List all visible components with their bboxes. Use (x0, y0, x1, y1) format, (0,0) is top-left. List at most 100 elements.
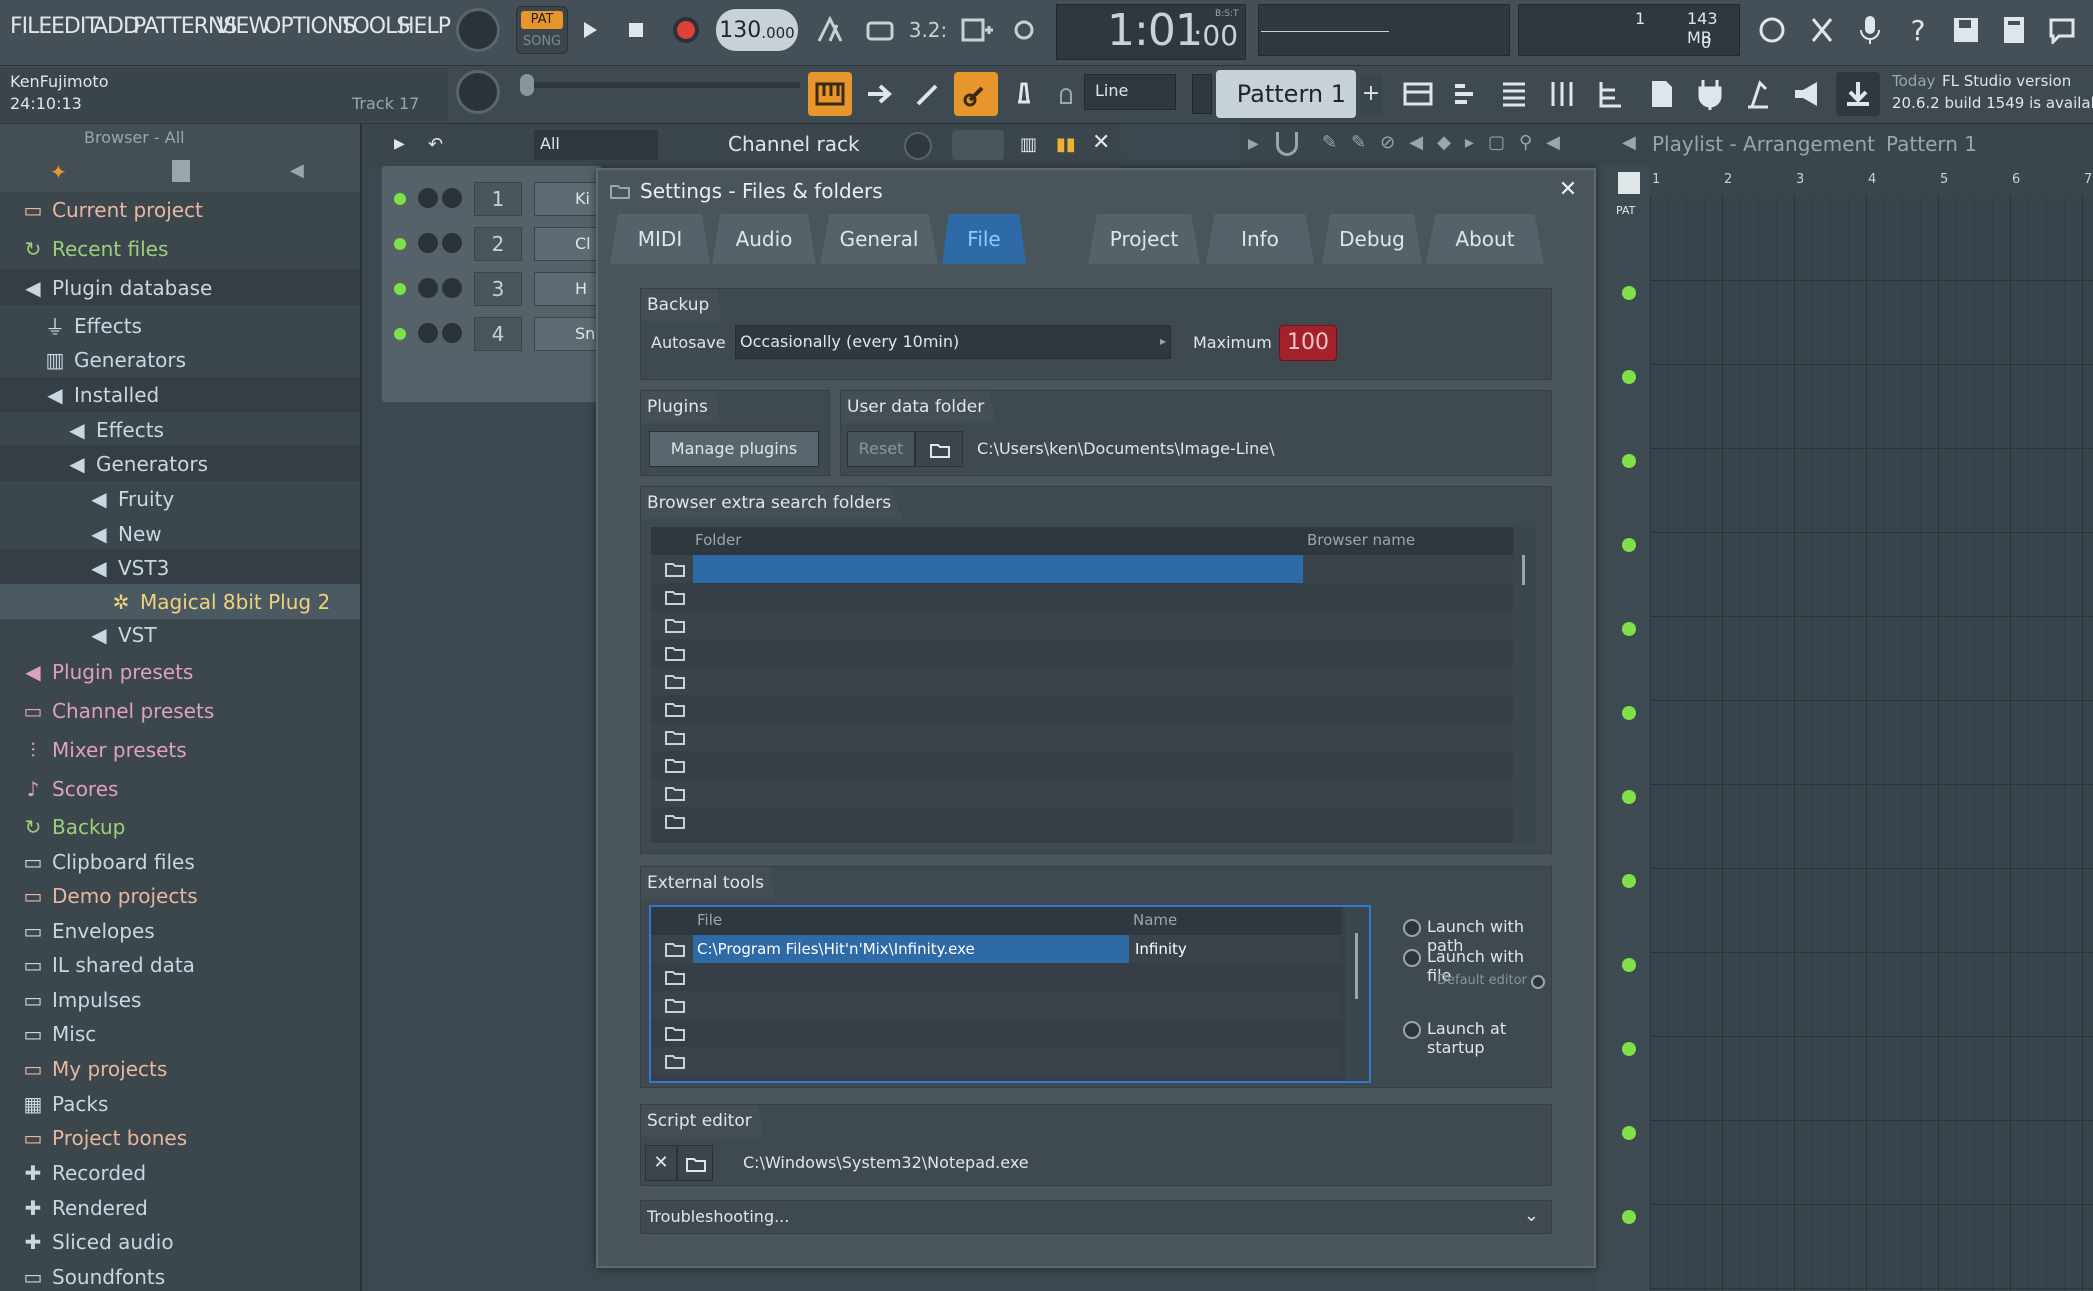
tab-info[interactable]: Info (1206, 214, 1314, 264)
playlist-arrow-icon[interactable]: ▶ (1248, 136, 1262, 152)
graph-editor-icon[interactable]: ▥ (1020, 134, 1042, 156)
tool-row[interactable] (651, 991, 1341, 1019)
channel-led[interactable] (394, 193, 406, 205)
playlist-pattern[interactable]: Pattern 1 (1886, 132, 1977, 156)
track-led[interactable] (1622, 538, 1636, 552)
channel-rack-close-icon[interactable]: ✕ (1092, 130, 1114, 160)
channel-name-button[interactable]: Sn (534, 317, 602, 351)
browser-item[interactable]: ✚ Recorded (0, 1155, 360, 1190)
pat-song-toggle[interactable]: PAT SONG (516, 6, 568, 54)
snap-selector[interactable]: Line (1084, 74, 1176, 110)
browser-tree-icon[interactable] (1590, 72, 1634, 116)
track-led[interactable] (1622, 454, 1636, 468)
reset-button[interactable]: Reset (847, 431, 915, 467)
folder-row[interactable] (651, 695, 1535, 723)
channel-name-button[interactable]: Cl (534, 227, 602, 261)
channel-volume-knob[interactable] (442, 278, 462, 298)
default-editor-radio[interactable] (1531, 975, 1545, 989)
tab-debug[interactable]: Debug (1322, 214, 1422, 264)
track-led[interactable] (1622, 790, 1636, 804)
channel-led[interactable] (394, 238, 406, 250)
cut-icon[interactable] (1800, 8, 1844, 52)
channel-pan-knob[interactable] (418, 323, 438, 343)
browse-folder-button[interactable] (915, 431, 963, 467)
link-icon[interactable] (954, 72, 998, 116)
channel-number[interactable]: 1 (474, 182, 522, 216)
playlist-magnet-icon[interactable] (1276, 132, 1298, 156)
channel-rack-icon[interactable] (1492, 72, 1536, 116)
time-display[interactable]: 1:01 :00 B:S:T (1056, 4, 1246, 60)
browser-file-icon[interactable] (172, 160, 190, 182)
channel-rack-arrow-icon[interactable]: ▶ (394, 136, 406, 152)
piano-roll-view-icon[interactable] (1444, 72, 1488, 116)
menu-help[interactable]: HELP (398, 14, 451, 39)
bullhorn-icon[interactable] (1784, 72, 1828, 116)
browser-item[interactable]: ▦ Packs (0, 1086, 360, 1121)
channel-volume-knob[interactable] (442, 323, 462, 343)
pencil-icon[interactable] (906, 72, 950, 116)
launch-with-path-radio[interactable] (1403, 919, 1421, 937)
browser-item[interactable]: ▭ Soundfonts (0, 1259, 360, 1291)
extra-folders-scrollbar[interactable] (1513, 527, 1535, 843)
record-button[interactable] (664, 8, 708, 52)
channel-rack-undo-icon[interactable]: ↶ (428, 134, 450, 156)
browser-header[interactable]: Browser - All (0, 124, 360, 152)
track-led[interactable] (1622, 1126, 1636, 1140)
track-led[interactable] (1622, 370, 1636, 384)
tab-about[interactable]: About (1426, 214, 1544, 264)
channel-number[interactable]: 4 (474, 317, 522, 351)
playlist-icon[interactable] (1396, 72, 1440, 116)
browser-item[interactable]: ▭ Envelopes (0, 913, 360, 948)
undo-history-icon[interactable] (1750, 8, 1794, 52)
browser-item[interactable]: ✚ Rendered (0, 1190, 360, 1225)
browser-item[interactable]: ⫶ Mixer presets (0, 732, 360, 767)
tab-midi[interactable]: MIDI (610, 214, 710, 264)
download-update-icon[interactable] (1836, 72, 1880, 116)
tempo-display[interactable]: 130.000 (716, 9, 798, 51)
browser-item[interactable]: ▭ Project bones (0, 1120, 360, 1155)
folder-row[interactable] (651, 723, 1535, 751)
track-led[interactable] (1622, 1042, 1636, 1056)
browser-item[interactable]: ◀ Generators (0, 446, 360, 481)
channel-name-button[interactable]: H (534, 272, 602, 306)
browser-item[interactable]: ◀ Effects (0, 412, 360, 447)
browser-item[interactable]: ▭ Clipboard files (0, 844, 360, 879)
step-sequencer-icon[interactable]: ▮▮ (1056, 134, 1078, 156)
stop-button[interactable] (614, 8, 658, 52)
manage-plugins-button[interactable]: Manage plugins (649, 431, 819, 467)
track-led[interactable] (1622, 706, 1636, 720)
track-led[interactable] (1622, 958, 1636, 972)
launch-with-file-radio[interactable] (1403, 949, 1421, 967)
troubleshooting-section[interactable]: Troubleshooting... ⌄ (640, 1200, 1552, 1234)
channel-volume-knob[interactable] (442, 233, 462, 253)
track-led[interactable] (1622, 1210, 1636, 1224)
maximum-value[interactable]: 100 (1279, 325, 1337, 361)
save-icon[interactable] (1944, 8, 1988, 52)
pattern-prev-button[interactable] (1192, 74, 1212, 114)
loop-record-icon[interactable] (1004, 8, 1048, 52)
tool-row[interactable] (651, 1019, 1341, 1047)
step-edit-icon[interactable] (955, 8, 999, 52)
browser-item[interactable]: ✲ Magical 8bit Plug 2 (0, 584, 360, 619)
help-icon[interactable]: ? (1896, 8, 1940, 52)
news-panel[interactable]: Today FL Studio version 20.6.2 build 154… (1886, 68, 2093, 120)
channel-name-button[interactable]: Ki (534, 182, 602, 216)
arrow-right-icon[interactable] (858, 72, 902, 116)
tool-row[interactable] (651, 963, 1341, 991)
browser-item[interactable]: ◀ VST3 (0, 550, 360, 585)
metronome-icon[interactable] (808, 8, 852, 52)
browser-item[interactable]: ▭ My projects (0, 1051, 360, 1086)
folder-row[interactable] (651, 667, 1535, 695)
wait-input-icon[interactable] (858, 8, 902, 52)
folder-row[interactable] (651, 779, 1535, 807)
browser-item[interactable]: ◀ Plugin database (0, 270, 360, 305)
tool-name-cell[interactable]: Infinity (1131, 935, 1331, 963)
browser-item[interactable]: ▭ IL shared data (0, 947, 360, 982)
pattern-selector[interactable]: Pattern 1 (1216, 70, 1356, 118)
browser-item[interactable]: ▭ Channel presets (0, 693, 360, 728)
dialog-titlebar[interactable]: Settings - Files & folders ✕ (598, 170, 1594, 212)
tool-row[interactable]: C:\Program Files\Hit'n'Mix\Infinity.exe I… (651, 935, 1341, 963)
folder-row[interactable] (651, 611, 1535, 639)
plugin-picker-icon[interactable] (1688, 72, 1732, 116)
channel-led[interactable] (394, 328, 406, 340)
